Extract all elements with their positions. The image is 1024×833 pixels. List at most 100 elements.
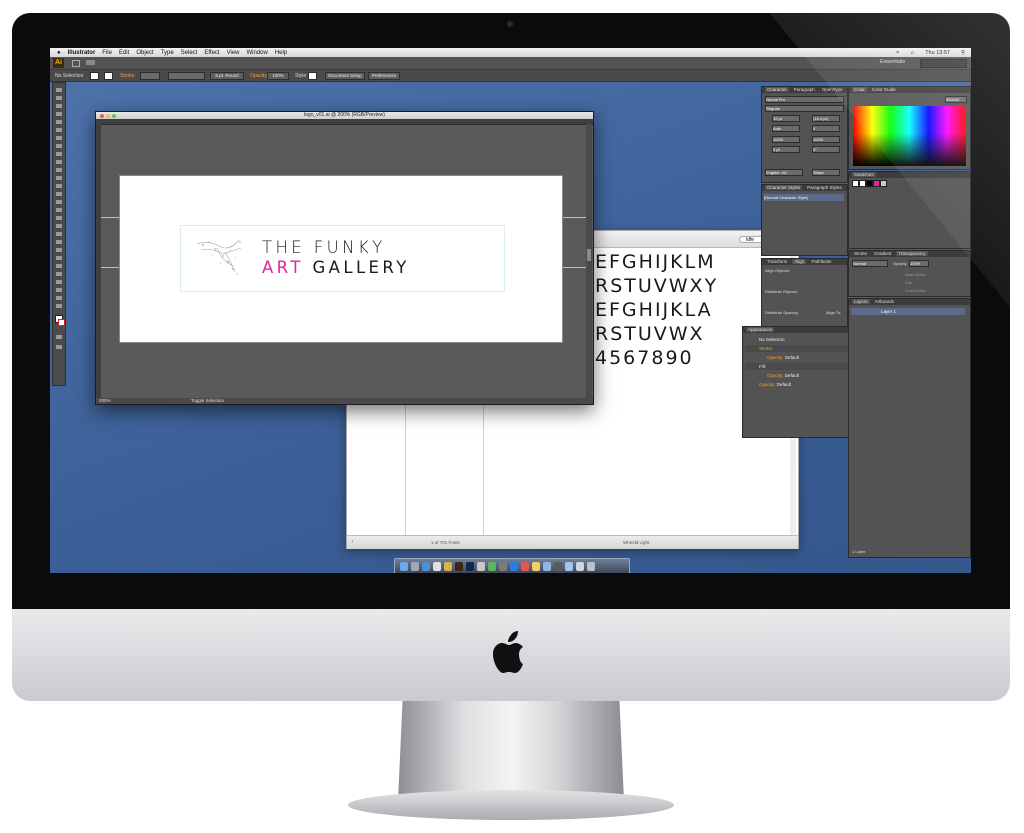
tab-transform[interactable]: Transform bbox=[765, 259, 789, 264]
swatch-pink[interactable] bbox=[873, 180, 880, 187]
appearance-stroke-row[interactable]: Stroke: bbox=[745, 345, 848, 352]
menu-object[interactable]: Object bbox=[136, 50, 153, 56]
tab-character-styles[interactable]: Character Styles bbox=[765, 185, 803, 190]
leading-field[interactable]: (14.4 pt) bbox=[812, 115, 840, 122]
tab-appearance[interactable]: Appearance bbox=[746, 327, 775, 332]
opacity-field[interactable]: 100% bbox=[267, 72, 289, 80]
line-tool-icon[interactable] bbox=[56, 136, 62, 140]
zoom-level[interactable]: 200% bbox=[99, 398, 111, 404]
magic-wand-tool-icon[interactable] bbox=[56, 104, 62, 108]
tab-artboards[interactable]: Artboards bbox=[873, 299, 897, 304]
kerning-field[interactable]: Auto bbox=[772, 125, 800, 132]
tab-transparency[interactable]: Transparency bbox=[896, 251, 928, 256]
style-list-item[interactable]: [Normal Character Style] bbox=[764, 194, 844, 201]
variable-width-dropdown[interactable] bbox=[168, 72, 205, 80]
pen-tool-icon[interactable] bbox=[56, 120, 62, 124]
graphic-style-swatch[interactable] bbox=[308, 72, 317, 80]
stroke-weight-field[interactable] bbox=[140, 72, 160, 80]
tab-swatches[interactable]: Swatches bbox=[852, 172, 876, 177]
app-store-icon[interactable] bbox=[510, 562, 518, 571]
scroll-thumb[interactable] bbox=[587, 249, 591, 261]
minimize-window-icon[interactable] bbox=[106, 113, 110, 118]
character-rotation-field[interactable]: 0° bbox=[812, 146, 840, 153]
appearance-stroke-opacity-row[interactable]: Opacity: Default bbox=[745, 354, 848, 361]
anti-aliasing-field[interactable]: Sharp bbox=[812, 169, 840, 176]
opacity-row-label[interactable]: Opacity: bbox=[767, 355, 784, 360]
swatch-gray[interactable] bbox=[880, 180, 887, 187]
blend-tool-icon[interactable] bbox=[56, 256, 62, 260]
arrange-documents-icon[interactable] bbox=[86, 60, 95, 65]
downloads-stack-icon[interactable] bbox=[565, 562, 573, 571]
vertical-scrollbar[interactable] bbox=[586, 124, 592, 398]
horizontal-ruler[interactable] bbox=[96, 119, 593, 125]
shape-builder-tool-icon[interactable] bbox=[56, 216, 62, 220]
transparency-opacity-field[interactable]: 100% bbox=[909, 260, 929, 267]
tab-character[interactable]: Character bbox=[765, 87, 789, 92]
terminal-icon[interactable] bbox=[554, 562, 562, 571]
menu-effect[interactable]: Effect bbox=[204, 50, 219, 56]
add-collection-button[interactable]: + bbox=[351, 539, 354, 544]
column-graph-tool-icon[interactable] bbox=[56, 272, 62, 276]
rotate-tool-icon[interactable] bbox=[56, 184, 62, 188]
fill-swatch[interactable] bbox=[90, 72, 99, 80]
tab-layers[interactable]: Layers bbox=[852, 299, 870, 304]
brush-definition-dropdown[interactable]: 5 pt. Round bbox=[210, 72, 244, 80]
direct-selection-tool-icon[interactable] bbox=[56, 96, 62, 100]
preferences-button[interactable]: Preferences bbox=[368, 72, 400, 80]
spotlight-icon[interactable]: ⚲ bbox=[961, 50, 965, 56]
photoshop-dock-icon[interactable] bbox=[466, 562, 474, 571]
vertical-scale-field[interactable]: 100% bbox=[772, 136, 800, 143]
artboard-tool-icon[interactable] bbox=[56, 280, 62, 284]
apple-menu-icon[interactable]: ● bbox=[57, 50, 61, 56]
font-family-field[interactable]: Norval Pro bbox=[765, 96, 844, 103]
menu-file[interactable]: File bbox=[102, 50, 112, 56]
lasso-tool-icon[interactable] bbox=[56, 112, 62, 116]
zoom-window-icon[interactable] bbox=[112, 113, 116, 118]
scale-tool-icon[interactable] bbox=[56, 192, 62, 196]
stroke-label[interactable]: Stroke: bbox=[120, 73, 136, 79]
appearance-fill-opacity-row[interactable]: Opacity: Default bbox=[745, 372, 848, 379]
status-text[interactable]: Toggle Selection bbox=[191, 398, 224, 404]
tab-opentype[interactable]: OpenType bbox=[820, 87, 845, 92]
invert-mask-checkbox[interactable]: Invert Mask bbox=[905, 288, 926, 293]
bridge-icon[interactable] bbox=[72, 60, 80, 67]
blend-mode-dropdown[interactable]: Normal bbox=[852, 260, 888, 267]
rectangle-tool-icon[interactable] bbox=[56, 144, 62, 148]
tab-color-guide[interactable]: Color Guide bbox=[870, 87, 898, 92]
gradient-tool-icon[interactable] bbox=[56, 240, 62, 244]
clip-checkbox[interactable]: Clip bbox=[905, 280, 912, 285]
artboard[interactable]: THE FUNKY ART GALLERY bbox=[119, 175, 563, 343]
tab-align[interactable]: Align bbox=[792, 259, 807, 264]
slice-tool-icon[interactable] bbox=[56, 288, 62, 292]
tab-stroke[interactable]: Stroke bbox=[852, 251, 869, 256]
zoom-tool-icon[interactable] bbox=[56, 304, 62, 308]
font-book-dock-icon[interactable] bbox=[477, 562, 485, 571]
volume-icon[interactable]: ♫ bbox=[910, 50, 914, 56]
workspace-switcher[interactable]: Essentials bbox=[880, 59, 905, 65]
stroke-swatch[interactable] bbox=[104, 72, 113, 80]
swatch-black[interactable] bbox=[866, 180, 873, 187]
color-spectrum[interactable] bbox=[853, 106, 966, 166]
drawing-mode-icon[interactable] bbox=[56, 335, 62, 339]
illustrator-dock-icon[interactable] bbox=[455, 562, 463, 571]
layer-name[interactable]: Layer 1 bbox=[881, 309, 896, 314]
tab-color[interactable]: Color bbox=[852, 87, 867, 92]
width-tool-icon[interactable] bbox=[56, 200, 62, 204]
appearance-fill-row[interactable]: Fill: bbox=[745, 363, 848, 370]
wifi-icon[interactable]: ≈ bbox=[896, 50, 899, 56]
paintbrush-tool-icon[interactable] bbox=[56, 152, 62, 156]
perspective-grid-tool-icon[interactable] bbox=[56, 224, 62, 228]
tab-paragraph-styles[interactable]: Paragraph Styles bbox=[805, 185, 844, 190]
safari-icon[interactable] bbox=[422, 562, 430, 571]
help-search-input[interactable] bbox=[920, 59, 967, 68]
itunes-icon[interactable] bbox=[521, 562, 529, 571]
notes-icon[interactable] bbox=[532, 562, 540, 571]
make-mask-button[interactable]: Make Mask bbox=[905, 272, 925, 277]
menu-select[interactable]: Select bbox=[181, 50, 198, 56]
tracking-field[interactable]: 0 bbox=[812, 125, 840, 132]
menu-edit[interactable]: Edit bbox=[119, 50, 129, 56]
mail-icon[interactable] bbox=[433, 562, 441, 571]
menu-clock[interactable]: Thu 13:57 bbox=[925, 50, 950, 56]
documents-stack-icon[interactable] bbox=[576, 562, 584, 571]
stroke-row-label[interactable]: Stroke: bbox=[759, 346, 773, 351]
